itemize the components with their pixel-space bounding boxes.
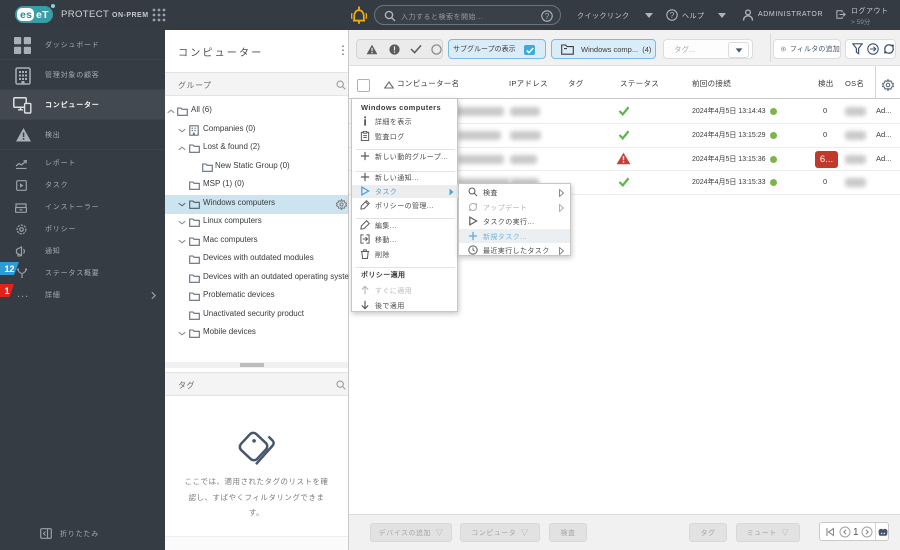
svg-text:?: ? [545, 12, 550, 21]
svg-text:?: ? [670, 10, 675, 20]
